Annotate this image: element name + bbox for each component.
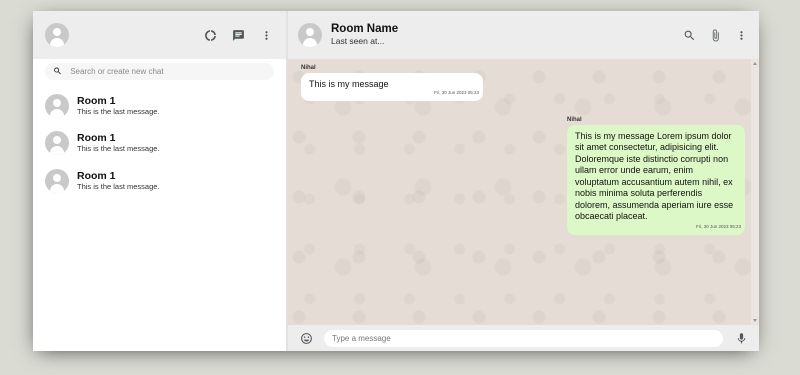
message-outgoing: Nihal This is my message Lorem ipsum dol… [567, 117, 745, 235]
scroll-up-arrow-icon[interactable] [753, 62, 757, 65]
chat-info: Room 1 This is the last message. [77, 132, 160, 154]
scroll-down-arrow-icon[interactable] [753, 319, 757, 322]
room-avatar[interactable] [298, 23, 322, 47]
message-sender: Nihal [301, 65, 316, 71]
sidebar-header-icons [202, 27, 274, 43]
chat-list: Room 1 This is the last message. Room 1 … [33, 83, 286, 351]
sidebar: Room 1 This is the last message. Room 1 … [33, 11, 287, 351]
emoji-icon[interactable] [298, 330, 314, 346]
last-seen: Last seen at... [331, 36, 385, 46]
avatar [45, 131, 69, 156]
chat-item[interactable]: Room 1 This is the last message. [33, 87, 286, 125]
chat-info: Room 1 This is the last message. [77, 170, 160, 192]
user-avatar[interactable] [45, 23, 69, 47]
scrollbar[interactable] [751, 59, 759, 325]
chat-header: Room Name Last seen at... [287, 11, 759, 59]
chat-last-message: This is the last message. [77, 144, 160, 154]
chat-area: Room Name Last seen at... Nihal This is … [287, 11, 759, 351]
app-window: Room 1 This is the last message. Room 1 … [33, 11, 759, 351]
chat-name: Room 1 [77, 132, 116, 145]
donut-large-icon[interactable] [202, 27, 218, 43]
search-icon[interactable] [681, 27, 697, 43]
search-icon [54, 67, 61, 75]
search-box [45, 62, 274, 80]
chat-info: Room 1 This is the last message. [77, 95, 160, 117]
chat-last-message: This is the last message. [77, 181, 160, 191]
avatar [45, 168, 69, 193]
chat-header-icons [681, 27, 749, 43]
message-form [324, 329, 723, 347]
chat-item[interactable]: Room 1 This is the last message. [33, 125, 286, 163]
attach-file-icon[interactable] [707, 27, 723, 43]
avatar [45, 93, 69, 118]
room-name: Room Name [331, 23, 399, 35]
message-input[interactable] [324, 329, 723, 347]
search-input[interactable] [70, 66, 266, 76]
message-timestamp: Fri, 30 Jun 2023 05:23 [433, 90, 479, 95]
sidebar-search [33, 59, 286, 83]
chat-name: Room 1 [77, 169, 116, 182]
chat-last-message: This is the last message. [77, 106, 160, 116]
chat-name: Room 1 [77, 94, 116, 107]
chat-item[interactable]: Room 1 This is the last message. [33, 162, 286, 200]
sidebar-header [33, 11, 286, 59]
mic-icon[interactable] [733, 330, 749, 346]
message-sender: Nihal [567, 116, 582, 123]
chat-icon[interactable] [230, 27, 246, 43]
chat-body: Nihal This is my message Fri, 30 Jun 202… [287, 59, 759, 325]
chat-header-info: Room Name Last seen at... [331, 23, 681, 47]
chat-footer [287, 325, 759, 351]
message-text: This is my message Lorem ipsum dolor sit… [575, 130, 734, 222]
message-timestamp: Fri, 30 Jun 2023 05:23 [695, 224, 741, 229]
more-vert-icon[interactable] [258, 27, 274, 43]
message-incoming: Nihal This is my message Fri, 30 Jun 202… [301, 65, 483, 101]
more-vert-icon[interactable] [733, 27, 749, 43]
message-text: This is my message [309, 79, 389, 89]
